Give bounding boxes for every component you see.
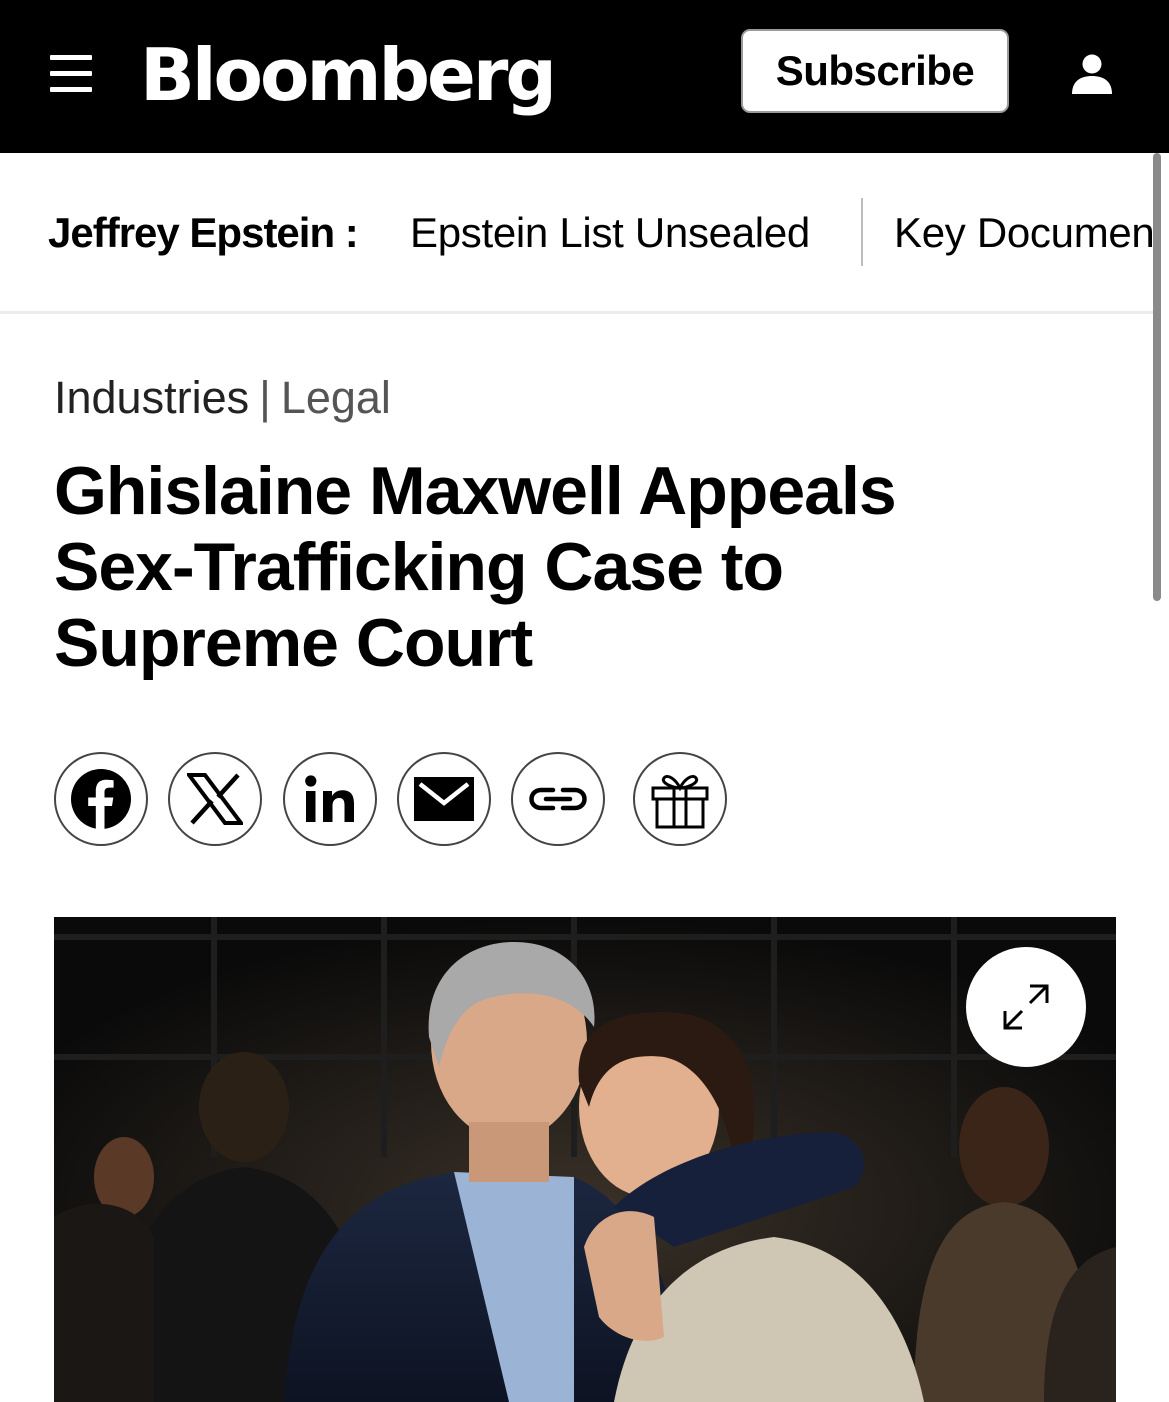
gift-article-button[interactable] [633, 752, 727, 846]
topic-link-epstein-list[interactable]: Epstein List Unsealed [410, 209, 810, 257]
breadcrumb-legal[interactable]: Legal [281, 372, 391, 423]
email-share-button[interactable] [397, 752, 491, 846]
page-scrollbar[interactable] [1153, 153, 1161, 601]
subscribe-button[interactable]: Subscribe [741, 29, 1009, 113]
gift-icon [651, 774, 709, 829]
facebook-icon [71, 769, 131, 830]
expand-icon [1003, 984, 1049, 1030]
expand-image-button[interactable] [966, 947, 1086, 1067]
topic-label: Jeffrey Epstein : [48, 209, 359, 256]
headline-line-1: Ghislaine Maxwell Appeals [54, 453, 897, 529]
breadcrumb-industries[interactable]: Industries [54, 372, 249, 423]
linkedin-icon [305, 775, 354, 822]
facebook-share-button[interactable] [54, 752, 148, 846]
topic-strip: Jeffrey Epstein : Epstein List Unsealed … [0, 153, 1160, 314]
user-account-icon[interactable] [1070, 52, 1114, 96]
article-headline: Ghislaine Maxwell Appeals Sex-Traffickin… [54, 453, 1054, 681]
x-share-button[interactable] [168, 752, 262, 846]
hamburger-menu-icon[interactable] [50, 55, 94, 93]
breadcrumb: Industries | Legal [54, 372, 391, 424]
copy-link-icon [529, 787, 587, 811]
bloomberg-logo[interactable]: Bloomberg [140, 30, 557, 120]
headline-line-3: Supreme Court [54, 605, 533, 681]
breadcrumb-separator: | [259, 372, 271, 423]
x-icon [187, 773, 243, 825]
topic-link-key-documents[interactable]: Key Documen [894, 209, 1155, 257]
top-nav-bar: Bloomberg Subscribe [0, 0, 1169, 153]
hero-photo-illustration [54, 917, 1116, 1402]
email-icon [414, 777, 474, 821]
topic-divider [861, 198, 863, 266]
headline-line-2: Sex-Trafficking Case to [54, 529, 784, 605]
copy-link-button[interactable] [511, 752, 605, 846]
linkedin-share-button[interactable] [283, 752, 377, 846]
article-hero-photo[interactable] [54, 917, 1116, 1402]
